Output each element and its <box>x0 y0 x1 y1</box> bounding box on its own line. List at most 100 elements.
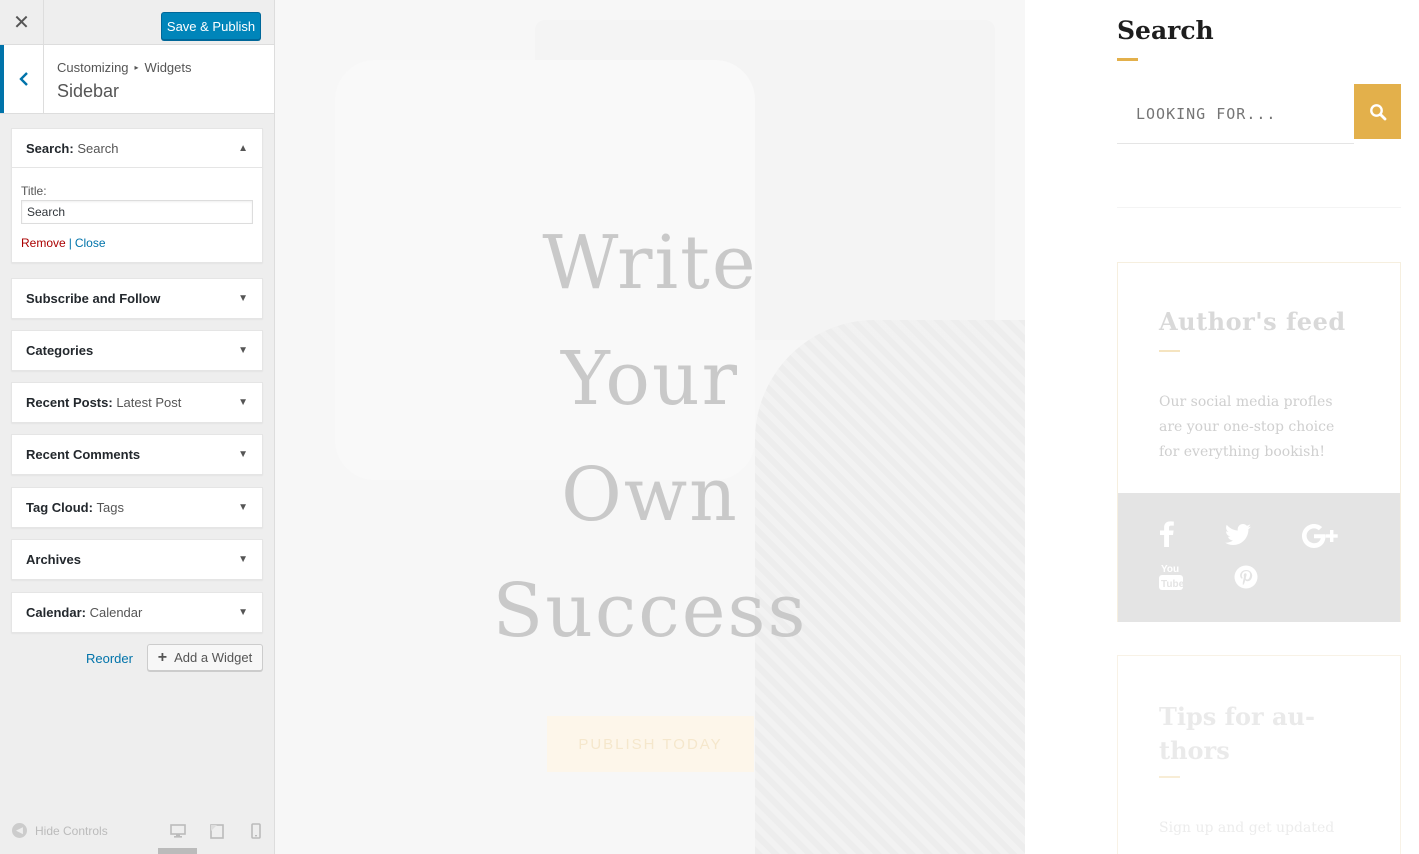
widget-header[interactable]: Calendar: Calendar ▼ <box>12 593 262 632</box>
expand-arrow-icon[interactable]: ▼ <box>238 293 248 304</box>
widget-form: Title: Remove|Close <box>12 168 262 262</box>
widget-title: Author's feed <box>1159 307 1346 336</box>
widget-header[interactable]: Categories ▼ <box>12 331 262 370</box>
google-plus-icon[interactable] <box>1301 523 1341 549</box>
back-chevron-icon[interactable] <box>0 45 44 113</box>
reorder-link[interactable]: Reorder <box>86 651 133 666</box>
add-widget-label: Add a Widget <box>174 650 253 665</box>
social-links: You Tube <box>1118 493 1400 622</box>
widget-in-title: Search <box>77 140 119 156</box>
search-icon <box>1369 103 1386 120</box>
hero-headline-line: Your <box>560 336 739 422</box>
widget-name: Recent Posts <box>26 395 109 410</box>
widget-title: Recent Posts: Latest Post <box>26 395 182 410</box>
breadcrumb: Customizing ▸ Widgets <box>57 60 192 75</box>
hero-headline-line: Own <box>561 452 739 538</box>
widget-name: Archives <box>26 552 81 567</box>
widget-title: Tips for au-thors <box>1159 702 1315 765</box>
breadcrumb-arrow-icon: ▸ <box>134 63 139 72</box>
sidebar-divider <box>1117 207 1401 208</box>
pinterest-icon[interactable] <box>1234 565 1258 589</box>
svg-text:Tube: Tube <box>1161 579 1183 590</box>
breadcrumb-item: Customizing <box>57 60 129 75</box>
widget-header[interactable]: Subscribe and Follow ▼ <box>12 279 262 318</box>
hide-controls-label: Hide Controls <box>35 823 108 838</box>
widget-title: Search: Search <box>26 140 119 156</box>
widget-tag-cloud[interactable]: Tag Cloud: Tags ▼ <box>11 487 263 528</box>
search-input[interactable] <box>1117 84 1354 144</box>
twitter-icon[interactable] <box>1224 523 1252 547</box>
close-link[interactable]: Close <box>75 236 106 250</box>
tablet-preview-icon[interactable] <box>209 823 225 839</box>
expand-arrow-icon[interactable]: ▼ <box>238 502 248 513</box>
title-underline <box>1159 776 1180 778</box>
section-title: Sidebar <box>57 81 120 101</box>
title-underline <box>1117 58 1138 61</box>
facebook-icon[interactable] <box>1158 519 1176 549</box>
widget-archives[interactable]: Archives ▼ <box>11 539 263 580</box>
youtube-icon[interactable]: You Tube <box>1158 561 1184 593</box>
widget-title: Calendar: Calendar <box>26 605 143 620</box>
search-button[interactable] <box>1354 84 1401 139</box>
widget-title: Tag Cloud: Tags <box>26 500 125 515</box>
desktop-preview-icon[interactable] <box>170 823 186 839</box>
expand-arrow-icon[interactable]: ▼ <box>238 449 248 460</box>
hero-headline-line: Success <box>492 568 808 654</box>
breadcrumb-item: Widgets <box>144 60 192 75</box>
widget-name: Search <box>26 140 70 156</box>
customizer-panel: ✕ Save & Publish Customizing ▸ Widgets S… <box>0 0 275 854</box>
expand-arrow-icon[interactable]: ▼ <box>238 397 248 408</box>
widget-recent-posts[interactable]: Recent Posts: Latest Post ▼ <box>11 382 263 423</box>
widget-actions: Remove | Close <box>21 236 253 250</box>
hero-headline: Write Your Own Success <box>275 205 1025 669</box>
widget-header[interactable]: Recent Posts: Latest Post ▼ <box>12 383 262 422</box>
widget-subscribe-follow[interactable]: Subscribe and Follow ▼ <box>11 278 263 319</box>
mobile-preview-icon[interactable] <box>248 823 264 839</box>
title-label: Title: <box>21 184 47 198</box>
title-input[interactable] <box>21 200 253 224</box>
remove-link[interactable]: Remove <box>21 236 66 250</box>
widget-description: Sign up and get updated <box>1159 820 1335 836</box>
widget-recent-comments[interactable]: Recent Comments ▼ <box>11 434 263 475</box>
tips-for-authors-widget: Tips for au-thors Sign up and get update… <box>1117 655 1401 854</box>
widget-header[interactable]: Tag Cloud: Tags ▼ <box>12 488 262 527</box>
close-icon[interactable]: ✕ <box>0 0 44 45</box>
site-preview: Write Your Own Success PUBLISH TODAY Sea… <box>275 0 1419 854</box>
authors-feed-widget: Author's feed Our social media profles a… <box>1117 262 1401 622</box>
expand-arrow-icon[interactable]: ▼ <box>238 607 248 618</box>
active-device-indicator <box>158 848 197 854</box>
publish-today-button[interactable]: PUBLISH TODAY <box>547 716 754 772</box>
collapse-circle-icon: ◀ <box>12 823 27 838</box>
customizer-footer: ◀ Hide Controls <box>0 815 274 854</box>
widget-search: Search: Search ▲ Title: Remove|Close <box>11 128 263 263</box>
customizer-header: ✕ Save & Publish <box>0 0 274 45</box>
title-underline <box>1159 350 1180 352</box>
widget-calendar[interactable]: Calendar: Calendar ▼ <box>11 592 263 633</box>
hide-controls-button[interactable]: ◀ Hide Controls <box>12 823 108 838</box>
widget-name: Categories <box>26 343 94 358</box>
plus-icon: + <box>157 648 168 666</box>
widget-header[interactable]: Archives ▼ <box>12 540 262 579</box>
widget-in-title: Calendar <box>89 605 143 620</box>
expand-arrow-icon[interactable]: ▼ <box>238 554 248 565</box>
collapse-arrow-icon[interactable]: ▲ <box>238 143 248 154</box>
save-publish-button[interactable]: Save & Publish <box>161 12 261 40</box>
widget-name: Recent Comments <box>26 447 141 462</box>
widget-name: Tag Cloud <box>26 500 89 515</box>
hero-headline-line: Write <box>542 220 758 306</box>
search-widget-title: Search <box>1117 16 1214 45</box>
hero-section: Write Your Own Success PUBLISH TODAY <box>275 0 1025 854</box>
widget-name: Subscribe and Follow <box>26 291 161 306</box>
widget-description: Our social media profles are your one-st… <box>1159 394 1335 460</box>
svg-text:You: You <box>1161 564 1179 575</box>
widget-in-title: Latest Post <box>116 395 182 410</box>
section-header: Customizing ▸ Widgets Sidebar <box>0 45 274 114</box>
separator: | <box>68 236 72 250</box>
widget-header[interactable]: Recent Comments ▼ <box>12 435 262 474</box>
widget-in-title: Tags <box>96 500 125 515</box>
widget-name: Calendar <box>26 605 82 620</box>
widget-categories[interactable]: Categories ▼ <box>11 330 263 371</box>
add-widget-button[interactable]: + Add a Widget <box>147 644 263 671</box>
widget-header[interactable]: Search: Search ▲ <box>12 129 262 168</box>
expand-arrow-icon[interactable]: ▼ <box>238 345 248 356</box>
